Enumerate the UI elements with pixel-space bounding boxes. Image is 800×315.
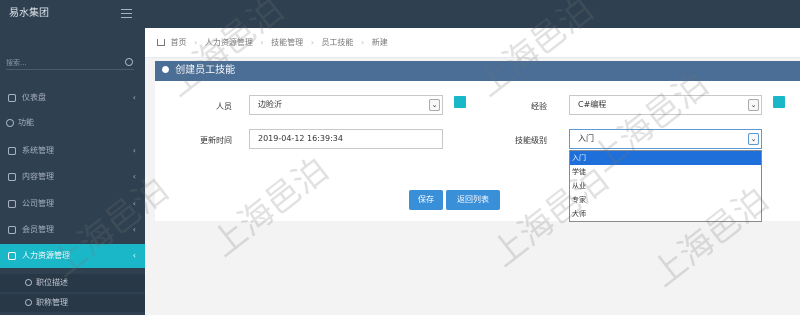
sitemap-icon — [8, 200, 16, 208]
sidebar-item-dashboard[interactable]: 仪表盘 ‹ — [0, 86, 145, 110]
search-placeholder: 搜索... — [6, 59, 27, 67]
sidebar-item-label: 会员管理 — [22, 225, 54, 234]
users-icon — [8, 252, 16, 260]
sidebar-item-label: 功能 — [18, 118, 34, 127]
chevron-left-icon: ‹ — [132, 172, 136, 181]
sidebar-item-label: 内容管理 — [22, 172, 54, 181]
save-button[interactable]: 保存 — [409, 190, 443, 210]
breadcrumb: 首页 › 人力资源管理 › 技能管理 › 员工技能 › 新建 — [145, 28, 800, 58]
dropdown-option[interactable]: 入门 — [570, 151, 761, 165]
sidebar-item-functions[interactable]: 功能 — [0, 111, 145, 135]
update-time-value: 2019-04-12 16:39:34 — [258, 134, 343, 143]
person-label: 人员 — [216, 102, 232, 111]
sidebar-item-company[interactable]: 公司管理 ‹ — [0, 192, 145, 216]
chevron-left-icon: ‹ — [132, 199, 136, 208]
person-select[interactable]: 边睑沂 ⌄ — [249, 95, 443, 115]
person-lookup-button[interactable] — [454, 96, 466, 108]
chevron-down-icon[interactable]: ⌄ — [748, 133, 759, 145]
person-value: 边睑沂 — [258, 100, 282, 109]
skill-level-select[interactable]: 入门 ⌄ — [569, 129, 762, 149]
skill-level-label: 技能级别 — [515, 136, 547, 145]
newspaper-icon — [8, 173, 16, 181]
sidebar: 搜索... 仪表盘 ‹ 功能 系统管理 ‹ 内容管理 ‹ 公司管理 ‹ 会员管理… — [0, 28, 145, 315]
chevron-down-icon[interactable]: ⌄ — [429, 99, 440, 111]
diamond-icon — [25, 279, 32, 286]
breadcrumb-separator: › — [360, 38, 365, 47]
chevron-down-icon[interactable]: ⌄ — [748, 99, 759, 111]
sidebar-item-system[interactable]: 系统管理 ‹ — [0, 139, 145, 163]
panel-header: 创建员工技能 — [155, 61, 800, 81]
sidebar-subitem-label: 职位描述 — [36, 278, 68, 287]
sidebar-search-input[interactable]: 搜索... — [6, 56, 134, 70]
sidebar-subitem-label: 职称管理 — [36, 298, 68, 307]
breadcrumb-separator: › — [310, 38, 314, 47]
update-time-label: 更新时间 — [200, 136, 232, 145]
breadcrumb-separator: › — [194, 38, 198, 47]
dropdown-option[interactable]: 从业 — [570, 179, 761, 193]
skill-level-value: 入门 — [578, 134, 594, 143]
dropdown-option[interactable]: 专家 — [570, 193, 761, 207]
sidebar-item-content[interactable]: 内容管理 ‹ — [0, 165, 145, 189]
home-icon — [8, 94, 16, 102]
back-to-list-button[interactable]: 返回列表 — [446, 190, 500, 210]
breadcrumb-hr[interactable]: 人力资源管理 — [205, 38, 253, 47]
chevron-left-icon: ‹ — [132, 146, 136, 155]
breadcrumb-home[interactable]: 首页 — [171, 38, 187, 47]
search-icon[interactable] — [125, 58, 133, 66]
dropdown-option[interactable]: 大师 — [570, 207, 761, 221]
dropdown-option[interactable]: 学徒 — [570, 165, 761, 179]
breadcrumb-skills[interactable]: 技能管理 — [271, 38, 303, 47]
globe-icon — [6, 119, 14, 127]
menu-toggle-icon[interactable] — [121, 9, 132, 18]
breadcrumb-separator: › — [260, 38, 264, 47]
sidebar-item-hr[interactable]: 人力资源管理 ‹ — [0, 244, 145, 268]
sidebar-subitem-title-management[interactable]: 职称管理 — [0, 294, 145, 312]
chevron-left-icon: ‹ — [132, 225, 136, 234]
sidebar-item-label: 仪表盘 — [22, 93, 46, 102]
home-icon — [157, 39, 165, 46]
cogs-icon — [8, 147, 16, 155]
chevron-left-icon: ‹ — [132, 251, 136, 260]
breadcrumb-current: 新建 — [371, 38, 388, 47]
user-icon — [25, 299, 32, 306]
trophy-icon — [8, 226, 16, 234]
breadcrumb-employee-skills[interactable]: 员工技能 — [321, 38, 353, 47]
sidebar-item-members[interactable]: 会员管理 ‹ — [0, 218, 145, 242]
chevron-left-icon: ‹ — [132, 93, 136, 102]
experience-lookup-button[interactable] — [773, 96, 785, 108]
panel-title: 创建员工技能 — [175, 65, 236, 76]
sidebar-subitem-job-description[interactable]: 职位描述 — [0, 274, 145, 292]
skill-level-dropdown-list: 入门 学徒 从业 专家 大师 — [569, 150, 762, 222]
update-time-input[interactable]: 2019-04-12 16:39:34 — [249, 129, 443, 149]
sidebar-item-label: 人力资源管理 — [22, 251, 70, 260]
sidebar-item-label: 系统管理 — [22, 146, 54, 155]
experience-select[interactable]: C#编程 ⌄ — [569, 95, 762, 115]
info-icon — [162, 66, 169, 73]
experience-value: C#编程 — [578, 100, 607, 109]
experience-label: 经验 — [531, 102, 547, 111]
sidebar-item-label: 公司管理 — [22, 199, 54, 208]
